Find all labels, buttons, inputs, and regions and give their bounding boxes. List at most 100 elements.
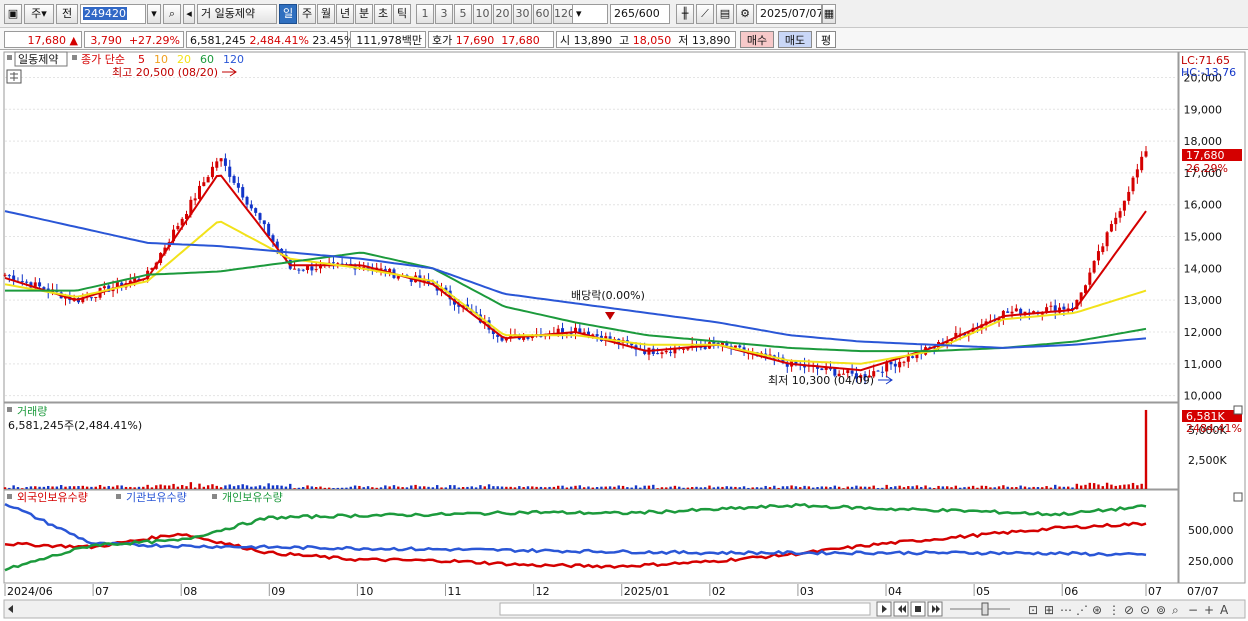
volume-bar [431, 487, 435, 489]
volume-bar [47, 485, 50, 489]
interval-button-1[interactable]: 1 [416, 4, 434, 24]
tool-icon[interactable]: ⊞ [1044, 603, 1054, 617]
line-tool-icon[interactable]: ⟋ [696, 4, 714, 24]
tool-icon[interactable]: ⌕ [1172, 603, 1179, 617]
code-dropdown-icon[interactable]: ▾ [147, 4, 161, 24]
volume-bar [405, 487, 409, 489]
low-label: 저 [678, 34, 689, 47]
volume-close-icon[interactable] [1233, 405, 1243, 415]
tab-4[interactable]: 년 [336, 4, 354, 24]
candle [1014, 308, 1018, 312]
stock-name: 일동제약 [214, 7, 256, 20]
x-axis-label: 11 [448, 585, 462, 598]
date-input[interactable]: 2025/07/07 [756, 4, 822, 24]
period-select[interactable]: 주▾ [24, 4, 54, 24]
tab-2[interactable]: 주 [298, 4, 316, 24]
interval-button-30[interactable]: 30 [513, 4, 532, 24]
tool-icon[interactable]: ⋯ [1060, 603, 1072, 617]
interval-button-20[interactable]: 20 [493, 4, 512, 24]
candle [660, 352, 664, 355]
stock-chart[interactable]: 10,000 11,000 12,000 13,000 14,000 15,000 16,0… [0, 50, 1248, 621]
scroll-thumb[interactable] [499, 602, 871, 616]
tab-7[interactable]: 틱 [393, 4, 411, 24]
volume-bar [837, 486, 841, 489]
sell-button[interactable]: 매도 [778, 31, 812, 48]
y-axis-area [1178, 51, 1246, 584]
candle [1101, 246, 1105, 253]
volume-bar [1045, 486, 1048, 489]
gear-icon[interactable]: ⚙ [736, 4, 754, 24]
period-combo[interactable]: ▾ [572, 4, 608, 24]
volume-bar [894, 486, 897, 489]
volume-bar [1131, 482, 1135, 489]
interval-button-10[interactable]: 10 [473, 4, 492, 24]
x-axis-label: 08 [183, 585, 197, 598]
zoom-slider-handle[interactable] [981, 602, 989, 616]
tool-icon[interactable]: A [1220, 603, 1229, 617]
save-icon[interactable]: ▤ [716, 4, 734, 24]
tool-icon[interactable]: ⊘ [1124, 603, 1134, 617]
count-box[interactable]: 265/600 [610, 4, 670, 24]
volume-bar [954, 485, 958, 489]
candle [1096, 251, 1100, 261]
holdings-close-icon[interactable] [1233, 492, 1243, 502]
tab-3[interactable]: 월 [317, 4, 335, 24]
tool-icon[interactable]: ⊙ [1140, 603, 1150, 617]
volume-bar [518, 486, 521, 489]
volume-bar [133, 487, 136, 489]
volume-bar [708, 485, 711, 489]
volume-bar [1006, 486, 1009, 489]
candle [301, 269, 305, 271]
tab-6[interactable]: 초 [374, 4, 392, 24]
volume-bar [457, 487, 461, 489]
volume-bar [976, 487, 979, 489]
high-annotation: 최고 20,500 (08/20) [112, 66, 218, 79]
volume-bar [224, 485, 227, 489]
candle [228, 166, 232, 177]
holdings-legend-label: 기관보유수량 [126, 491, 187, 504]
candle [889, 361, 893, 365]
candle [267, 223, 271, 237]
buy-button[interactable]: 매수 [740, 31, 774, 48]
tool-icon[interactable]: ⊚ [1156, 603, 1166, 617]
candle [232, 176, 236, 183]
interval-button-3[interactable]: 3 [435, 4, 453, 24]
tool-icon[interactable]: ⊛ [1092, 603, 1102, 617]
volume-bar [327, 487, 331, 489]
candle [733, 345, 737, 348]
bid-label: 호가 [432, 34, 453, 47]
volume-bar [850, 486, 854, 489]
tool-icon[interactable]: ⋰ [1076, 603, 1088, 617]
volume-bar [1097, 484, 1100, 489]
candle [846, 370, 850, 373]
volume-bar [548, 486, 551, 489]
tool-icon[interactable]: ⋮ [1108, 603, 1120, 617]
interval-button-60[interactable]: 60 [533, 4, 552, 24]
candle-type-icon[interactable]: ╫ [676, 4, 694, 24]
chart-layout-icon[interactable]: ▣ [4, 4, 22, 24]
price-panel [3, 51, 1179, 403]
stock-code-input[interactable]: 249420 [80, 4, 146, 24]
tool-icon[interactable]: ⊡ [1028, 603, 1038, 617]
search-icon[interactable]: ⌕ [163, 4, 181, 24]
tab-5[interactable]: 분 [355, 4, 373, 24]
interval-button-5[interactable]: 5 [454, 4, 472, 24]
tab-1[interactable]: 일 [279, 4, 297, 24]
calendar-icon[interactable]: ▦ [822, 4, 836, 24]
volume-bar [626, 487, 629, 489]
price-axis-tick: 16,000 [1184, 199, 1223, 212]
candle [7, 275, 11, 277]
tool-icon[interactable]: + [1204, 603, 1214, 617]
eval-button[interactable]: 평 [816, 31, 836, 48]
stock-name-box[interactable]: 거 일동제약 [197, 4, 277, 24]
volume-bar [846, 486, 849, 489]
speaker-icon[interactable]: ◂ [183, 4, 195, 24]
volume-bar [366, 486, 370, 489]
tool-icon[interactable]: − [1188, 603, 1198, 617]
candle [1144, 151, 1148, 157]
volume-bar [958, 487, 962, 489]
volume-bar [1032, 486, 1035, 489]
prev-button[interactable]: 전 [56, 4, 78, 24]
volume-bar [8, 487, 11, 489]
volume-bar [522, 487, 525, 489]
